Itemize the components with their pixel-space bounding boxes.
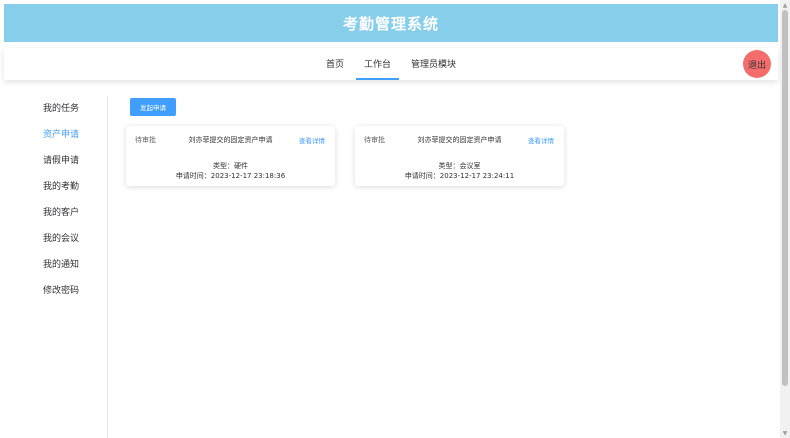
app-window: 考勤管理系统 首页 工作台 管理员模块 退出 我的任务 资产申请 请假申请 我的… xyxy=(0,0,790,438)
sidebar-item-leave-request[interactable]: 请假申请 xyxy=(4,148,107,174)
tab-home[interactable]: 首页 xyxy=(316,48,354,80)
vertical-scrollbar[interactable]: ▲ ▼ xyxy=(780,0,790,438)
request-card: 待审批 刘亦菲提交的固定资产申请 查看详情 类型：会议室 申请时间：2023-1… xyxy=(355,126,564,186)
sidebar-item-my-customers[interactable]: 我的客户 xyxy=(4,200,107,226)
request-time: 申请时间：2023-12-17 23:24:11 xyxy=(404,172,515,180)
card-header: 待审批 刘亦菲提交的固定资产申请 查看详情 xyxy=(126,126,335,154)
scroll-thumb[interactable] xyxy=(782,10,788,386)
triangle-up-icon[interactable]: ▲ xyxy=(780,0,790,10)
request-card: 待审批 刘亦菲提交的固定资产申请 查看详情 类型：硬件 申请时间：2023-12… xyxy=(126,126,335,186)
nav-tabs: 首页 工作台 管理员模块 xyxy=(4,48,778,80)
request-type: 类型：会议室 xyxy=(438,162,481,170)
sidebar-item-my-meetings[interactable]: 我的会议 xyxy=(4,226,107,252)
logout-button[interactable]: 退出 xyxy=(743,50,771,78)
main-content: 发起申请 待审批 刘亦菲提交的固定资产申请 查看详情 类型：硬件 申请时间：20… xyxy=(108,96,778,438)
sidebar-item-my-notices[interactable]: 我的通知 xyxy=(4,252,107,278)
card-body: 类型：硬件 申请时间：2023-12-17 23:18:36 xyxy=(126,154,335,181)
sidebar-item-my-attendance[interactable]: 我的考勤 xyxy=(4,174,107,200)
new-request-button[interactable]: 发起申请 xyxy=(130,98,176,116)
sidebar-menu: 我的任务 资产申请 请假申请 我的考勤 我的客户 我的会议 我的通知 修改密码 xyxy=(4,96,108,438)
title-banner: 考勤管理系统 xyxy=(4,4,778,42)
request-type: 类型：硬件 xyxy=(213,162,248,170)
system-title: 考勤管理系统 xyxy=(342,14,439,33)
triangle-down-icon[interactable]: ▼ xyxy=(780,428,790,438)
sidebar-item-change-password[interactable]: 修改密码 xyxy=(4,278,107,304)
tab-admin-module[interactable]: 管理员模块 xyxy=(401,48,466,80)
card-body: 类型：会议室 申请时间：2023-12-17 23:24:11 xyxy=(355,154,564,181)
card-header: 待审批 刘亦菲提交的固定资产申请 查看详情 xyxy=(355,126,564,154)
view-details-link[interactable]: 查看详情 xyxy=(528,135,554,145)
request-time: 申请时间：2023-12-17 23:18:36 xyxy=(175,172,286,180)
sidebar-item-asset-request[interactable]: 资产申请 xyxy=(4,122,107,148)
top-nav: 首页 工作台 管理员模块 退出 xyxy=(4,48,778,80)
view-details-link[interactable]: 查看详情 xyxy=(299,135,325,145)
tab-workbench[interactable]: 工作台 xyxy=(354,48,401,80)
sidebar-item-my-tasks[interactable]: 我的任务 xyxy=(4,96,107,122)
